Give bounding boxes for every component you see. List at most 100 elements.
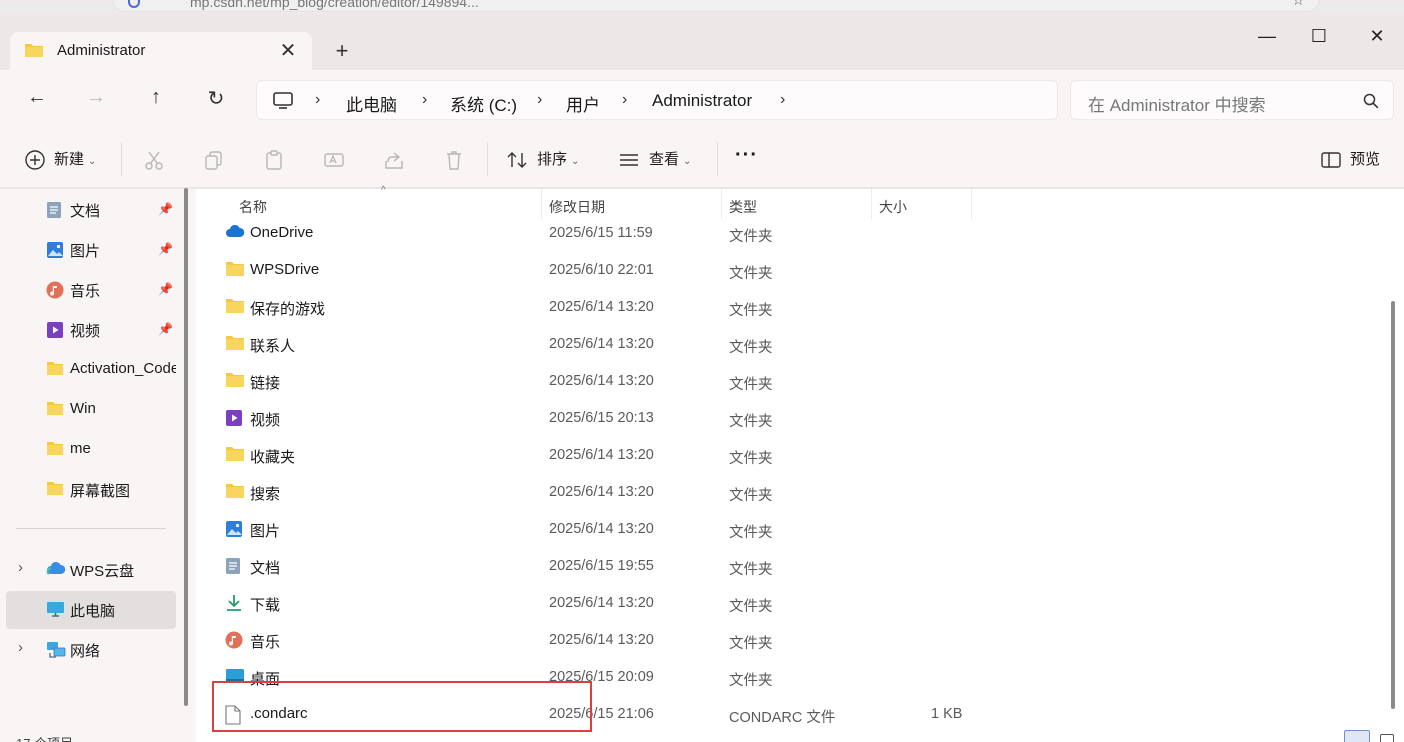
file-name: 音乐 [250,634,281,651]
minimize-button[interactable]: — [1252,26,1282,50]
close-window-button[interactable]: ✕ [1362,26,1392,50]
sidebar-item-documents[interactable]: 文档 📌 [0,191,176,227]
rename-icon[interactable] [323,149,345,171]
sort-button[interactable]: 排序 ⌄ [537,148,579,169]
new-tab-button[interactable]: + [330,38,354,64]
column-header-type[interactable]: 类型 [729,197,757,217]
breadcrumb-separator[interactable]: › [622,91,627,109]
file-row-searches[interactable]: 搜索 2025/6/14 13:20 文件夹 [196,474,1386,511]
breadcrumb-separator[interactable]: › [422,91,427,109]
folder-icon [46,441,64,456]
file-row-videos[interactable]: 视频 2025/6/15 20:13 文件夹 [196,400,1386,437]
breadcrumb-separator[interactable]: › [780,91,785,109]
sidebar-item-pictures[interactable]: 图片 📌 [0,231,176,267]
chevron-down-icon: ⌄ [571,156,580,167]
back-button[interactable]: ← [22,86,52,116]
file-row-documents[interactable]: 文档 2025/6/15 19:55 文件夹 [196,548,1386,585]
pin-icon[interactable]: 📌 [158,282,173,296]
toolbar-divider [121,142,122,176]
pin-icon[interactable]: 📌 [158,242,173,256]
file-row-saved-games[interactable]: 保存的游戏 2025/6/14 13:20 文件夹 [196,289,1386,326]
sidebar-item-videos[interactable]: 视频 📌 [0,311,176,347]
more-options-button[interactable]: ··· [735,144,758,167]
file-type: 文件夹 [729,562,773,578]
file-row-favorites[interactable]: 收藏夹 2025/6/14 13:20 文件夹 [196,437,1386,474]
breadcrumb-system-c[interactable]: 系统 (C:) [450,91,517,116]
breadcrumb-users[interactable]: 用户 [566,91,600,116]
file-date: 2025/6/10 22:01 [549,262,654,278]
file-name: 图片 [250,523,281,540]
file-row-contacts[interactable]: 联系人 2025/6/14 13:20 文件夹 [196,326,1386,363]
details-view-button[interactable] [1344,730,1370,742]
new-button[interactable]: 新建 ⌄ [54,148,96,169]
tab-administrator[interactable]: Administrator ✕ [10,32,312,70]
share-icon[interactable] [383,149,405,171]
file-row-wpsdrive[interactable]: WPSDrive 2025/6/10 22:01 文件夹 [196,252,1386,289]
up-button[interactable]: ↑ [141,86,171,116]
file-row-pictures[interactable]: 图片 2025/6/14 13:20 文件夹 [196,511,1386,548]
copy-icon[interactable] [203,149,225,171]
cut-icon[interactable] [143,149,165,171]
file-row-music[interactable]: 音乐 2025/6/14 13:20 文件夹 [196,622,1386,659]
breadcrumb-separator[interactable]: › [315,91,320,109]
toolbar-divider [717,142,718,176]
document-icon [46,201,62,219]
preview-pane-icon[interactable] [1320,149,1342,171]
address-bar[interactable]: › 此电脑 › 系统 (C:) › 用户 › Administrator › [256,80,1058,120]
file-list-scrollbar[interactable] [1391,301,1395,709]
sidebar-item-me[interactable]: me [0,431,176,467]
sidebar-item-activation-code[interactable]: Activation_Code [0,351,176,387]
forward-button[interactable]: → [81,86,111,116]
breadcrumb-administrator[interactable]: Administrator [652,91,752,111]
view-lines-icon[interactable] [618,149,640,171]
pin-icon[interactable]: 📌 [158,322,173,336]
paste-icon[interactable] [263,149,285,171]
tab-title: Administrator [57,42,146,59]
refresh-button[interactable]: ↻ [201,86,231,116]
file-row-onedrive[interactable]: OneDrive 2025/6/15 11:59 文件夹 [196,215,1386,252]
tab-close-icon[interactable]: ✕ [276,38,300,63]
maximize-button[interactable]: ☐ [1304,26,1334,50]
view-button[interactable]: 查看 ⌄ [649,148,691,169]
file-type: 文件夹 [729,266,773,282]
sidebar-item-label: 网络 [70,643,101,660]
file-name: 保存的游戏 [250,301,326,318]
breadcrumb-this-pc[interactable]: 此电脑 [346,91,397,116]
column-header-name[interactable]: 名称 [239,197,267,217]
file-name: WPSDrive [250,261,320,278]
search-icon[interactable] [1363,93,1379,109]
delete-icon[interactable] [443,149,465,171]
breadcrumb-separator[interactable]: › [537,91,542,109]
column-header-size[interactable]: 大小 [879,197,907,217]
sidebar-item-label: Activation_Code [70,360,176,377]
sidebar-item-label: 此电脑 [70,603,116,620]
star-icon[interactable]: ☆ [1292,0,1305,9]
highlight-box [212,681,592,732]
sidebar-item-win[interactable]: Win [0,391,176,427]
sidebar-item-music[interactable]: 音乐 📌 [0,271,176,307]
chevron-right-icon[interactable]: › [18,559,23,576]
file-type: 文件夹 [729,673,773,689]
title-bar: Administrator ✕ + — ☐ ✕ [0,14,1404,70]
file-type: 文件夹 [729,340,773,356]
sort-ascending-icon: ^ [381,185,386,196]
preview-button[interactable]: 预览 [1350,148,1380,169]
sidebar-item-wps-cloud[interactable]: › WPS云盘 [0,551,176,587]
sidebar-item-network[interactable]: › 网络 [0,631,176,667]
file-row-downloads[interactable]: 下载 2025/6/14 13:20 文件夹 [196,585,1386,622]
file-row-links[interactable]: 链接 2025/6/14 13:20 文件夹 [196,363,1386,400]
sidebar-item-this-pc[interactable]: 此电脑 [6,591,176,629]
chevron-right-icon[interactable]: › [18,639,23,656]
plus-circle-icon[interactable] [24,149,46,171]
sidebar-scrollbar[interactable] [184,188,188,706]
sidebar-item-screenshots[interactable]: 屏幕截图 [0,471,176,507]
sort-icon[interactable] [506,149,528,171]
search-input[interactable]: 在 Administrator 中搜索 [1070,80,1394,120]
tiles-view-button[interactable] [1380,734,1394,742]
folder-icon [46,361,64,376]
network-icon [46,641,66,659]
folder-icon [46,401,64,416]
music-icon [225,631,243,649]
pin-icon[interactable]: 📌 [158,202,173,216]
column-header-date[interactable]: 修改日期 [549,197,605,217]
